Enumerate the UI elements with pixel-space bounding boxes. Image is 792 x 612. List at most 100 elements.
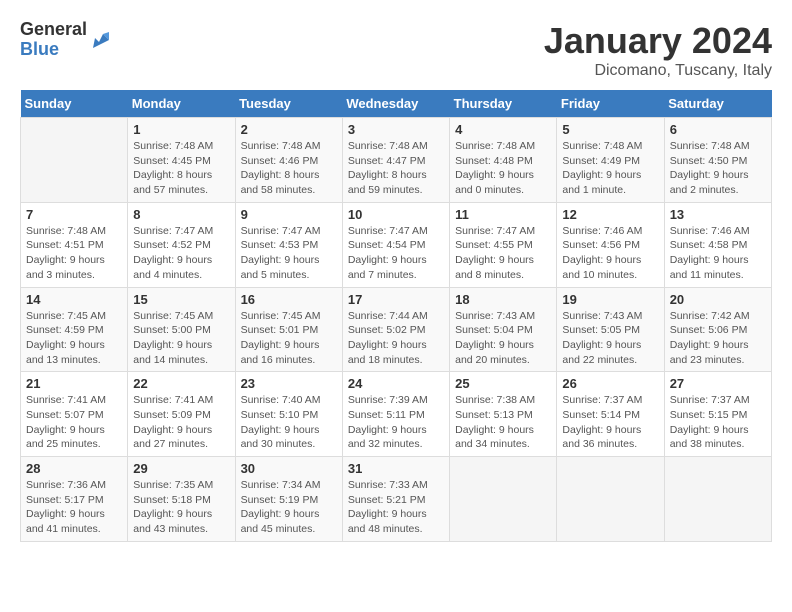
- calendar-cell: 6Sunrise: 7:48 AM Sunset: 4:50 PM Daylig…: [664, 118, 771, 203]
- logo: General Blue: [20, 20, 113, 60]
- day-number: 17: [348, 292, 444, 307]
- day-header-thursday: Thursday: [450, 90, 557, 118]
- day-number: 21: [26, 376, 122, 391]
- day-info: Sunrise: 7:37 AM Sunset: 5:15 PM Dayligh…: [670, 393, 766, 452]
- day-number: 20: [670, 292, 766, 307]
- logo-general: General: [20, 20, 87, 40]
- day-number: 13: [670, 207, 766, 222]
- day-header-friday: Friday: [557, 90, 664, 118]
- day-info: Sunrise: 7:48 AM Sunset: 4:51 PM Dayligh…: [26, 224, 122, 283]
- day-header-monday: Monday: [128, 90, 235, 118]
- calendar-cell: 15 Sunrise: 7:45 AM Sunset: 5:00 PM Dayli…: [128, 287, 235, 372]
- calendar-cell: [450, 457, 557, 542]
- day-number: 14: [26, 292, 122, 307]
- day-number: 23: [241, 376, 337, 391]
- logo-icon: [89, 28, 113, 52]
- day-number: 28: [26, 461, 122, 476]
- day-info: Sunrise: 7:48 AM Sunset: 4:45 PM Dayligh…: [133, 139, 229, 198]
- calendar-cell: 27 Sunrise: 7:37 AM Sunset: 5:15 PM Dayli…: [664, 372, 771, 457]
- day-number: 25: [455, 376, 551, 391]
- calendar-cell: 13 Sunrise: 7:46 AM Sunset: 4:58 PM Dayli…: [664, 202, 771, 287]
- calendar-cell: 4 Sunrise: 7:48 AM Sunset: 4:48 PM Daylig…: [450, 118, 557, 203]
- month-title: January 2024: [544, 20, 772, 62]
- calendar-cell: 31 Sunrise: 7:33 AM Sunset: 5:21 PM Dayli…: [342, 457, 449, 542]
- calendar-cell: 28 Sunrise: 7:36 AM Sunset: 5:17 PM Dayli…: [21, 457, 128, 542]
- day-number: 26: [562, 376, 658, 391]
- day-header-wednesday: Wednesday: [342, 90, 449, 118]
- day-header-tuesday: Tuesday: [235, 90, 342, 118]
- calendar-cell: 24Sunrise: 7:39 AM Sunset: 5:11 PM Dayli…: [342, 372, 449, 457]
- day-info: Sunrise: 7:43 AM Sunset: 5:05 PM Dayligh…: [562, 309, 658, 368]
- calendar-cell: 29Sunrise: 7:35 AM Sunset: 5:18 PM Dayli…: [128, 457, 235, 542]
- calendar-week-1: 1Sunrise: 7:48 AM Sunset: 4:45 PM Daylig…: [21, 118, 772, 203]
- calendar-cell: 22 Sunrise: 7:41 AM Sunset: 5:09 PM Dayli…: [128, 372, 235, 457]
- calendar-cell: 20 Sunrise: 7:42 AM Sunset: 5:06 PM Dayli…: [664, 287, 771, 372]
- calendar-cell: 2 Sunrise: 7:48 AM Sunset: 4:46 PM Daylig…: [235, 118, 342, 203]
- day-info: Sunrise: 7:43 AM Sunset: 5:04 PM Dayligh…: [455, 309, 551, 368]
- calendar-cell: 21Sunrise: 7:41 AM Sunset: 5:07 PM Dayli…: [21, 372, 128, 457]
- calendar-cell: 18 Sunrise: 7:43 AM Sunset: 5:04 PM Dayli…: [450, 287, 557, 372]
- calendar-table: SundayMondayTuesdayWednesdayThursdayFrid…: [20, 90, 772, 542]
- day-info: Sunrise: 7:44 AM Sunset: 5:02 PM Dayligh…: [348, 309, 444, 368]
- day-info: Sunrise: 7:33 AM Sunset: 5:21 PM Dayligh…: [348, 478, 444, 537]
- page-header: General Blue January 2024 Dicomano, Tusc…: [20, 20, 772, 80]
- calendar-cell: 7 Sunrise: 7:48 AM Sunset: 4:51 PM Daylig…: [21, 202, 128, 287]
- day-number: 31: [348, 461, 444, 476]
- day-number: 4: [455, 122, 551, 137]
- day-number: 12: [562, 207, 658, 222]
- day-number: 9: [241, 207, 337, 222]
- day-number: 10: [348, 207, 444, 222]
- day-info: Sunrise: 7:45 AM Sunset: 5:01 PM Dayligh…: [241, 309, 337, 368]
- day-number: 8: [133, 207, 229, 222]
- calendar-cell: 5Sunrise: 7:48 AM Sunset: 4:49 PM Daylig…: [557, 118, 664, 203]
- day-number: 15: [133, 292, 229, 307]
- day-number: 3: [348, 122, 444, 137]
- day-info: Sunrise: 7:41 AM Sunset: 5:09 PM Dayligh…: [133, 393, 229, 452]
- day-number: 16: [241, 292, 337, 307]
- day-info: Sunrise: 7:48 AM Sunset: 4:46 PM Dayligh…: [241, 139, 337, 198]
- calendar-cell: [21, 118, 128, 203]
- location-subtitle: Dicomano, Tuscany, Italy: [544, 62, 772, 80]
- calendar-cell: 17 Sunrise: 7:44 AM Sunset: 5:02 PM Dayli…: [342, 287, 449, 372]
- day-info: Sunrise: 7:47 AM Sunset: 4:52 PM Dayligh…: [133, 224, 229, 283]
- day-info: Sunrise: 7:46 AM Sunset: 4:56 PM Dayligh…: [562, 224, 658, 283]
- day-info: Sunrise: 7:35 AM Sunset: 5:18 PM Dayligh…: [133, 478, 229, 537]
- calendar-cell: 16 Sunrise: 7:45 AM Sunset: 5:01 PM Dayli…: [235, 287, 342, 372]
- calendar-cell: 25 Sunrise: 7:38 AM Sunset: 5:13 PM Dayli…: [450, 372, 557, 457]
- calendar-cell: 14 Sunrise: 7:45 AM Sunset: 4:59 PM Dayli…: [21, 287, 128, 372]
- calendar-cell: [557, 457, 664, 542]
- calendar-cell: 8 Sunrise: 7:47 AM Sunset: 4:52 PM Daylig…: [128, 202, 235, 287]
- day-info: Sunrise: 7:42 AM Sunset: 5:06 PM Dayligh…: [670, 309, 766, 368]
- day-info: Sunrise: 7:46 AM Sunset: 4:58 PM Dayligh…: [670, 224, 766, 283]
- day-info: Sunrise: 7:45 AM Sunset: 5:00 PM Dayligh…: [133, 309, 229, 368]
- day-info: Sunrise: 7:48 AM Sunset: 4:50 PM Dayligh…: [670, 139, 766, 198]
- day-info: Sunrise: 7:45 AM Sunset: 4:59 PM Dayligh…: [26, 309, 122, 368]
- day-number: 24: [348, 376, 444, 391]
- day-info: Sunrise: 7:48 AM Sunset: 4:48 PM Dayligh…: [455, 139, 551, 198]
- calendar-week-3: 14 Sunrise: 7:45 AM Sunset: 4:59 PM Dayli…: [21, 287, 772, 372]
- calendar-week-5: 28 Sunrise: 7:36 AM Sunset: 5:17 PM Dayli…: [21, 457, 772, 542]
- day-info: Sunrise: 7:38 AM Sunset: 5:13 PM Dayligh…: [455, 393, 551, 452]
- day-number: 22: [133, 376, 229, 391]
- calendar-cell: 12 Sunrise: 7:46 AM Sunset: 4:56 PM Dayli…: [557, 202, 664, 287]
- calendar-cell: 9 Sunrise: 7:47 AM Sunset: 4:53 PM Daylig…: [235, 202, 342, 287]
- calendar-cell: 30Sunrise: 7:34 AM Sunset: 5:19 PM Dayli…: [235, 457, 342, 542]
- day-number: 7: [26, 207, 122, 222]
- day-number: 18: [455, 292, 551, 307]
- day-number: 30: [241, 461, 337, 476]
- calendar-cell: 3Sunrise: 7:48 AM Sunset: 4:47 PM Daylig…: [342, 118, 449, 203]
- day-info: Sunrise: 7:40 AM Sunset: 5:10 PM Dayligh…: [241, 393, 337, 452]
- day-number: 27: [670, 376, 766, 391]
- day-info: Sunrise: 7:47 AM Sunset: 4:55 PM Dayligh…: [455, 224, 551, 283]
- day-info: Sunrise: 7:36 AM Sunset: 5:17 PM Dayligh…: [26, 478, 122, 537]
- day-info: Sunrise: 7:47 AM Sunset: 4:53 PM Dayligh…: [241, 224, 337, 283]
- calendar-cell: 10 Sunrise: 7:47 AM Sunset: 4:54 PM Dayli…: [342, 202, 449, 287]
- calendar-cell: 23 Sunrise: 7:40 AM Sunset: 5:10 PM Dayli…: [235, 372, 342, 457]
- day-info: Sunrise: 7:48 AM Sunset: 4:49 PM Dayligh…: [562, 139, 658, 198]
- day-number: 2: [241, 122, 337, 137]
- day-header-sunday: Sunday: [21, 90, 128, 118]
- day-info: Sunrise: 7:47 AM Sunset: 4:54 PM Dayligh…: [348, 224, 444, 283]
- calendar-week-4: 21Sunrise: 7:41 AM Sunset: 5:07 PM Dayli…: [21, 372, 772, 457]
- title-section: January 2024 Dicomano, Tuscany, Italy: [544, 20, 772, 80]
- day-number: 11: [455, 207, 551, 222]
